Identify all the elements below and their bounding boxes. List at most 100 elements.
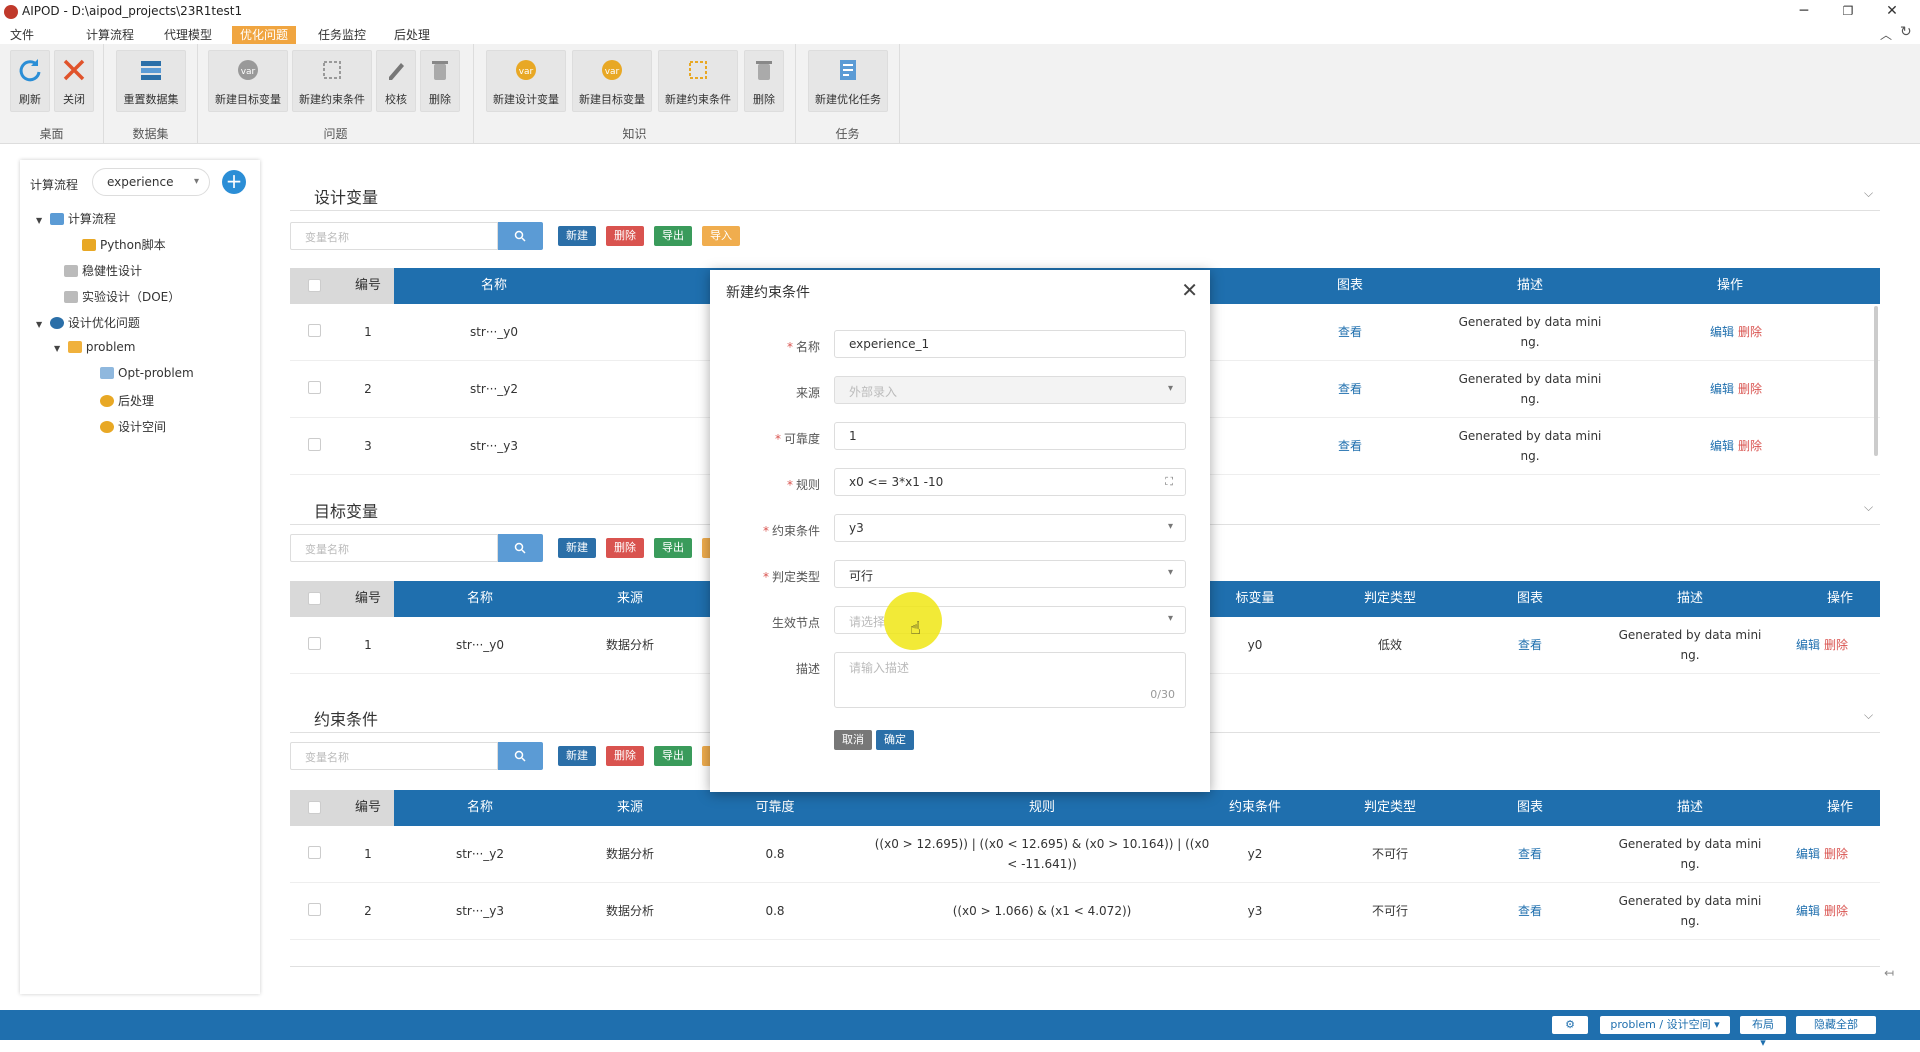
collapse-ribbon-icon[interactable]: ︿ — [1880, 26, 1892, 43]
delete-link[interactable]: 删除 — [1824, 846, 1848, 862]
new-objective-button[interactable]: var 新建目标变量 — [208, 50, 288, 112]
new-button[interactable]: 新建 — [558, 538, 596, 558]
chevron-down-icon[interactable]: ⌵ — [1864, 500, 1873, 515]
menu-surrogate[interactable]: 代理模型 — [156, 26, 220, 44]
view-chart-link[interactable]: 查看 — [1480, 637, 1580, 653]
tree-item-python[interactable]: Python脚本 — [82, 236, 166, 253]
row-checkbox[interactable] — [308, 438, 321, 451]
delete-link[interactable]: 删除 — [1824, 903, 1848, 919]
view-chart-link[interactable]: 查看 — [1480, 846, 1580, 862]
search-input[interactable]: 变量名称 — [290, 742, 498, 770]
new-button[interactable]: 新建 — [558, 746, 596, 766]
export-button[interactable]: 导出 — [654, 226, 692, 246]
scrollbar[interactable] — [1874, 306, 1878, 456]
expand-icon[interactable]: ⛶ — [1165, 475, 1173, 489]
delete-link[interactable]: 删除 — [1824, 637, 1848, 653]
edit-link[interactable]: 编辑 — [1796, 903, 1820, 919]
delete-button[interactable]: 删除 — [606, 538, 644, 558]
close-window-button[interactable]: ✕ — [1872, 0, 1912, 24]
minimize-button[interactable]: ─ — [1784, 0, 1824, 24]
new-constraint-button[interactable]: 新建约束条件 — [292, 50, 372, 112]
edit-link[interactable]: 编辑 — [1710, 324, 1734, 340]
select-all-checkbox[interactable] — [308, 801, 321, 814]
menu-flow[interactable]: 计算流程 — [78, 26, 142, 44]
name-field[interactable]: experience_1 — [834, 330, 1186, 358]
row-checkbox[interactable] — [308, 324, 321, 337]
search-button[interactable] — [498, 742, 543, 770]
view-chart-link[interactable]: 查看 — [1290, 438, 1410, 454]
delete-knowledge-button[interactable]: 删除 — [744, 50, 784, 112]
chevron-down-icon[interactable]: ⌵ — [1864, 708, 1873, 723]
tree-item-problem[interactable]: ▼ problem — [54, 340, 135, 354]
tree-item-robust[interactable]: 稳健性设计 — [64, 262, 142, 279]
menu-postprocess[interactable]: 后处理 — [386, 26, 438, 44]
edit-link[interactable]: 编辑 — [1710, 381, 1734, 397]
collapse-panel-icon[interactable]: ↤ — [1884, 966, 1894, 980]
row-checkbox[interactable] — [308, 903, 321, 916]
select-all-checkbox[interactable] — [308, 279, 321, 292]
judge-type-select[interactable]: 可行 ▾ — [834, 560, 1186, 588]
expand-arrow-icon[interactable]: ▼ — [36, 216, 46, 225]
search-button[interactable] — [498, 222, 543, 250]
delete-link[interactable]: 删除 — [1738, 438, 1762, 454]
verify-button[interactable]: 校核 — [376, 50, 416, 112]
delete-link[interactable]: 删除 — [1738, 324, 1762, 340]
new-constraint-knowledge-button[interactable]: 新建约束条件 — [658, 50, 738, 112]
view-chart-link[interactable]: 查看 — [1480, 903, 1580, 919]
tree-item-opt-problem[interactable]: ▼ 设计优化问题 — [36, 314, 140, 331]
delete-problem-button[interactable]: 删除 — [420, 50, 460, 112]
tree-item-design-space[interactable]: 设计空间 — [100, 418, 166, 435]
layout-dropdown[interactable]: 布局 ▾ — [1740, 1016, 1786, 1049]
delete-button[interactable]: 删除 — [606, 746, 644, 766]
refresh-button[interactable]: 刷新 — [10, 50, 50, 112]
search-button[interactable] — [498, 534, 543, 562]
edit-link[interactable]: 编辑 — [1796, 846, 1820, 862]
view-chart-link[interactable]: 查看 — [1290, 381, 1410, 397]
view-chart-link[interactable]: 查看 — [1290, 324, 1410, 340]
expand-arrow-icon[interactable]: ▼ — [36, 320, 46, 329]
edit-link[interactable]: 编辑 — [1710, 438, 1734, 454]
flow-select[interactable]: experience ▾ — [92, 168, 210, 196]
row-checkbox[interactable] — [308, 846, 321, 859]
menu-task-monitor[interactable]: 任务监控 — [310, 26, 374, 44]
refresh-app-icon[interactable]: ↻ — [1900, 24, 1912, 40]
reliability-field[interactable]: 1 — [834, 422, 1186, 450]
confirm-button[interactable]: 确定 — [876, 730, 914, 750]
close-button[interactable]: 关闭 — [54, 50, 94, 112]
menu-optimization[interactable]: 优化问题 — [232, 26, 297, 44]
expand-arrow-icon[interactable]: ▼ — [54, 344, 64, 353]
delete-link[interactable]: 删除 — [1738, 381, 1762, 397]
export-button[interactable]: 导出 — [654, 746, 692, 766]
row-checkbox[interactable] — [308, 381, 321, 394]
tree-item-postprocess[interactable]: 后处理 — [100, 392, 154, 409]
select-all-checkbox[interactable] — [308, 592, 321, 605]
import-button[interactable]: 导入 — [702, 226, 740, 246]
hide-all-button[interactable]: 隐藏全部 — [1796, 1016, 1876, 1034]
tree-item-opt-sub[interactable]: Opt-problem — [100, 366, 194, 380]
new-design-var-button[interactable]: var 新建设计变量 — [486, 50, 566, 112]
edit-link[interactable]: 编辑 — [1796, 637, 1820, 653]
add-flow-button[interactable]: + — [222, 170, 246, 194]
constraint-select[interactable]: y3 ▾ — [834, 514, 1186, 542]
row-desc: Generated by data mini — [1458, 372, 1602, 386]
restore-button[interactable]: ❐ — [1828, 0, 1868, 24]
delete-button[interactable]: 删除 — [606, 226, 644, 246]
tree-item-doe[interactable]: 实验设计（DOE） — [64, 288, 180, 305]
new-objective-knowledge-button[interactable]: var 新建目标变量 — [572, 50, 652, 112]
path-dropdown[interactable]: problem / 设计空间 ▾ — [1600, 1016, 1730, 1034]
new-opt-task-button[interactable]: 新建优化任务 — [808, 50, 888, 112]
cancel-button[interactable]: 取消 — [834, 730, 872, 750]
rule-field[interactable]: x0 <= 3*x1 -10 ⛶ — [834, 468, 1186, 496]
menu-file[interactable]: 文件 — [2, 26, 42, 44]
desc-textarea[interactable]: 请输入描述 0/30 — [834, 652, 1186, 708]
close-icon[interactable]: ✕ — [1181, 278, 1198, 302]
new-button[interactable]: 新建 — [558, 226, 596, 246]
search-input[interactable]: 变量名称 — [290, 534, 498, 562]
reset-dataset-button[interactable]: 重置数据集 — [116, 50, 186, 112]
export-button[interactable]: 导出 — [654, 538, 692, 558]
row-checkbox[interactable] — [308, 637, 321, 650]
search-input[interactable]: 变量名称 — [290, 222, 498, 250]
tree-item-flow[interactable]: ▼ 计算流程 — [36, 210, 116, 227]
settings-button[interactable]: ⚙ — [1552, 1016, 1588, 1034]
chevron-down-icon[interactable]: ⌵ — [1864, 186, 1873, 201]
